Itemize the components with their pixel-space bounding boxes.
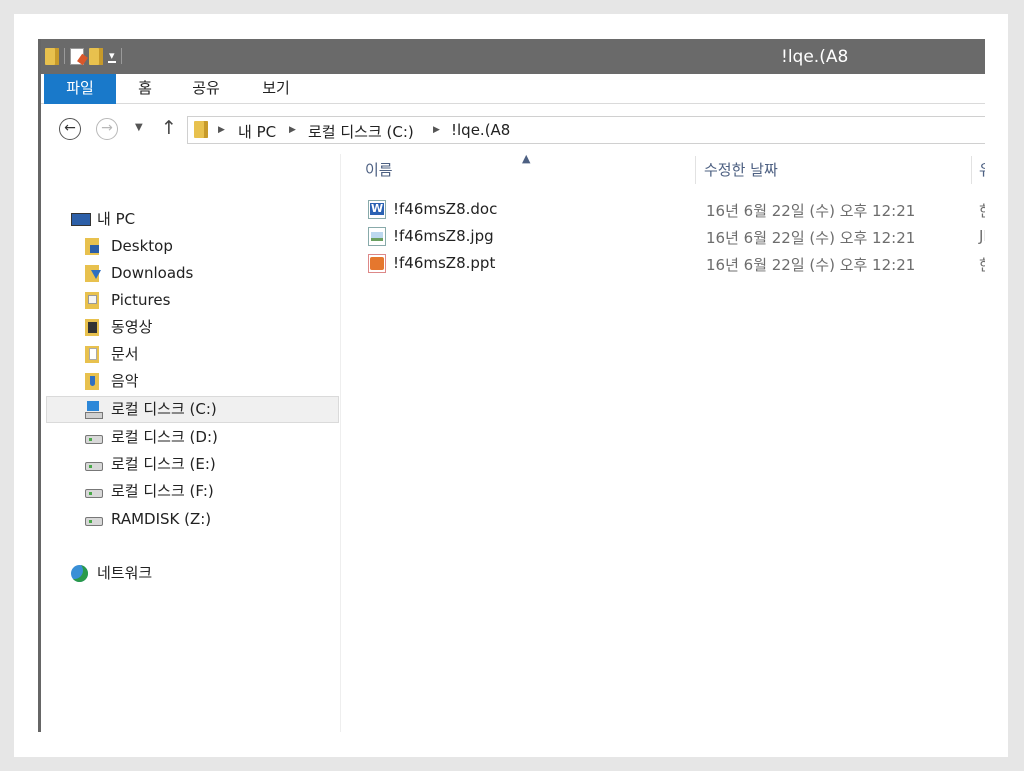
column-divider[interactable] bbox=[695, 156, 696, 184]
nav-item-label: 로컬 디스크 (D:) bbox=[111, 428, 218, 446]
breadcrumb-chevron-icon[interactable]: ▶ bbox=[289, 125, 296, 135]
navigation-pane: 내 PC Desktop Downloads Pictures 동영상 문서 음… bbox=[41, 154, 341, 732]
forward-button[interactable]: → bbox=[96, 118, 118, 140]
desktop-folder-icon bbox=[85, 238, 99, 255]
column-divider[interactable] bbox=[971, 156, 972, 184]
network-icon bbox=[71, 565, 88, 582]
nav-item-label: RAMDISK (Z:) bbox=[111, 510, 212, 528]
address-bar[interactable]: ▶ 내 PC ▶ 로컬 디스크 (C:) ▶ !lqe.(A8 bbox=[187, 116, 985, 144]
new-folder-icon[interactable] bbox=[89, 47, 103, 65]
quick-access-toolbar: ▾ bbox=[45, 46, 122, 66]
breadcrumb-local-disk-c[interactable]: 로컬 디스크 (C:) bbox=[308, 121, 414, 142]
breadcrumb-chevron-icon[interactable]: ▶ bbox=[218, 125, 225, 135]
file-row[interactable]: !f46msZ8.jpg 16년 6월 22일 (수) 오후 12:21 JI bbox=[363, 223, 985, 250]
drive-icon bbox=[85, 435, 103, 444]
tab-home[interactable]: 홈 bbox=[125, 74, 165, 104]
powerpoint-file-icon bbox=[368, 254, 386, 273]
file-modified: 16년 6월 22일 (수) 오후 12:21 bbox=[706, 256, 916, 274]
breadcrumb-chevron-icon[interactable]: ▶ bbox=[433, 125, 440, 135]
documents-folder-icon bbox=[85, 346, 99, 363]
computer-icon bbox=[71, 213, 91, 226]
up-button[interactable]: ↑ bbox=[161, 117, 177, 139]
file-name: !f46msZ8.ppt bbox=[393, 254, 496, 272]
file-modified: 16년 6월 22일 (수) 오후 12:21 bbox=[706, 202, 916, 220]
navigation-bar: ← → ▼ ↑ ▶ 내 PC ▶ 로컬 디스크 (C:) ▶ !lqe.(A8 bbox=[41, 104, 985, 154]
back-button[interactable]: ← bbox=[59, 118, 81, 140]
folder-icon[interactable] bbox=[45, 47, 59, 65]
folder-icon bbox=[194, 121, 208, 138]
nav-item-label: 동영상 bbox=[111, 318, 153, 336]
toolbar-separator bbox=[64, 48, 65, 64]
title-bar: ▾ !lqe.(A8 bbox=[41, 39, 985, 74]
videos-folder-icon bbox=[85, 319, 99, 336]
pictures-folder-icon bbox=[85, 292, 99, 309]
tab-share[interactable]: 공유 bbox=[184, 74, 228, 104]
drive-icon bbox=[85, 489, 103, 498]
file-type: JI bbox=[979, 227, 985, 245]
breadcrumb-this-pc[interactable]: 내 PC bbox=[238, 121, 276, 142]
downloads-folder-icon bbox=[85, 265, 101, 282]
nav-item-label: 내 PC bbox=[97, 210, 136, 228]
nav-item-label: 네트워크 bbox=[97, 564, 153, 582]
toolbar-separator bbox=[120, 48, 122, 64]
file-explorer-window: ▾ !lqe.(A8 파일 홈 공유 보기 ← → ▼ ↑ ▶ 내 PC ▶ 로… bbox=[38, 39, 985, 732]
breadcrumb-current-folder[interactable]: !lqe.(A8 bbox=[451, 121, 510, 139]
column-header-name[interactable]: 이름 bbox=[365, 154, 695, 190]
image-file-icon bbox=[368, 227, 386, 246]
ribbon-tabs: 파일 홈 공유 보기 bbox=[41, 74, 985, 104]
music-folder-icon bbox=[85, 373, 99, 390]
file-modified: 16년 6월 22일 (수) 오후 12:21 bbox=[706, 229, 916, 247]
nav-item-label: Desktop bbox=[111, 237, 173, 255]
nav-item-label: 로컬 디스크 (F:) bbox=[111, 482, 214, 500]
nav-item-label: 음악 bbox=[111, 372, 139, 390]
file-row[interactable]: !f46msZ8.doc 16년 6월 22일 (수) 오후 12:21 한 bbox=[363, 196, 985, 223]
properties-icon[interactable] bbox=[70, 47, 84, 65]
tab-file[interactable]: 파일 bbox=[44, 74, 116, 104]
nav-item-label: 로컬 디스크 (C:) bbox=[111, 400, 217, 418]
file-type: 한 bbox=[979, 254, 985, 275]
file-name: !f46msZ8.jpg bbox=[393, 227, 494, 245]
window-title: !lqe.(A8 bbox=[781, 47, 849, 67]
nav-item-label: Downloads bbox=[111, 264, 194, 282]
recent-locations-dropdown-icon[interactable]: ▼ bbox=[135, 122, 143, 133]
tab-view[interactable]: 보기 bbox=[254, 74, 298, 104]
customize-toolbar-dropdown-icon[interactable]: ▾ bbox=[108, 50, 116, 63]
nav-item-label: 로컬 디스크 (E:) bbox=[111, 455, 216, 473]
file-list-pane: ▲ 이름 수정한 날짜 유 !f46msZ8.doc 16년 6월 22일 (수… bbox=[341, 152, 985, 732]
word-doc-icon bbox=[368, 200, 386, 219]
system-drive-icon bbox=[85, 401, 103, 419]
drive-icon bbox=[85, 517, 103, 526]
column-header-type[interactable]: 유 bbox=[979, 154, 985, 190]
column-header-modified[interactable]: 수정한 날짜 bbox=[704, 154, 974, 190]
file-name: !f46msZ8.doc bbox=[393, 200, 498, 218]
file-row[interactable]: !f46msZ8.ppt 16년 6월 22일 (수) 오후 12:21 한 bbox=[363, 250, 985, 277]
drive-icon bbox=[85, 462, 103, 471]
file-type: 한 bbox=[979, 200, 985, 221]
nav-item-label: Pictures bbox=[111, 291, 171, 309]
nav-item-label: 문서 bbox=[111, 345, 139, 363]
